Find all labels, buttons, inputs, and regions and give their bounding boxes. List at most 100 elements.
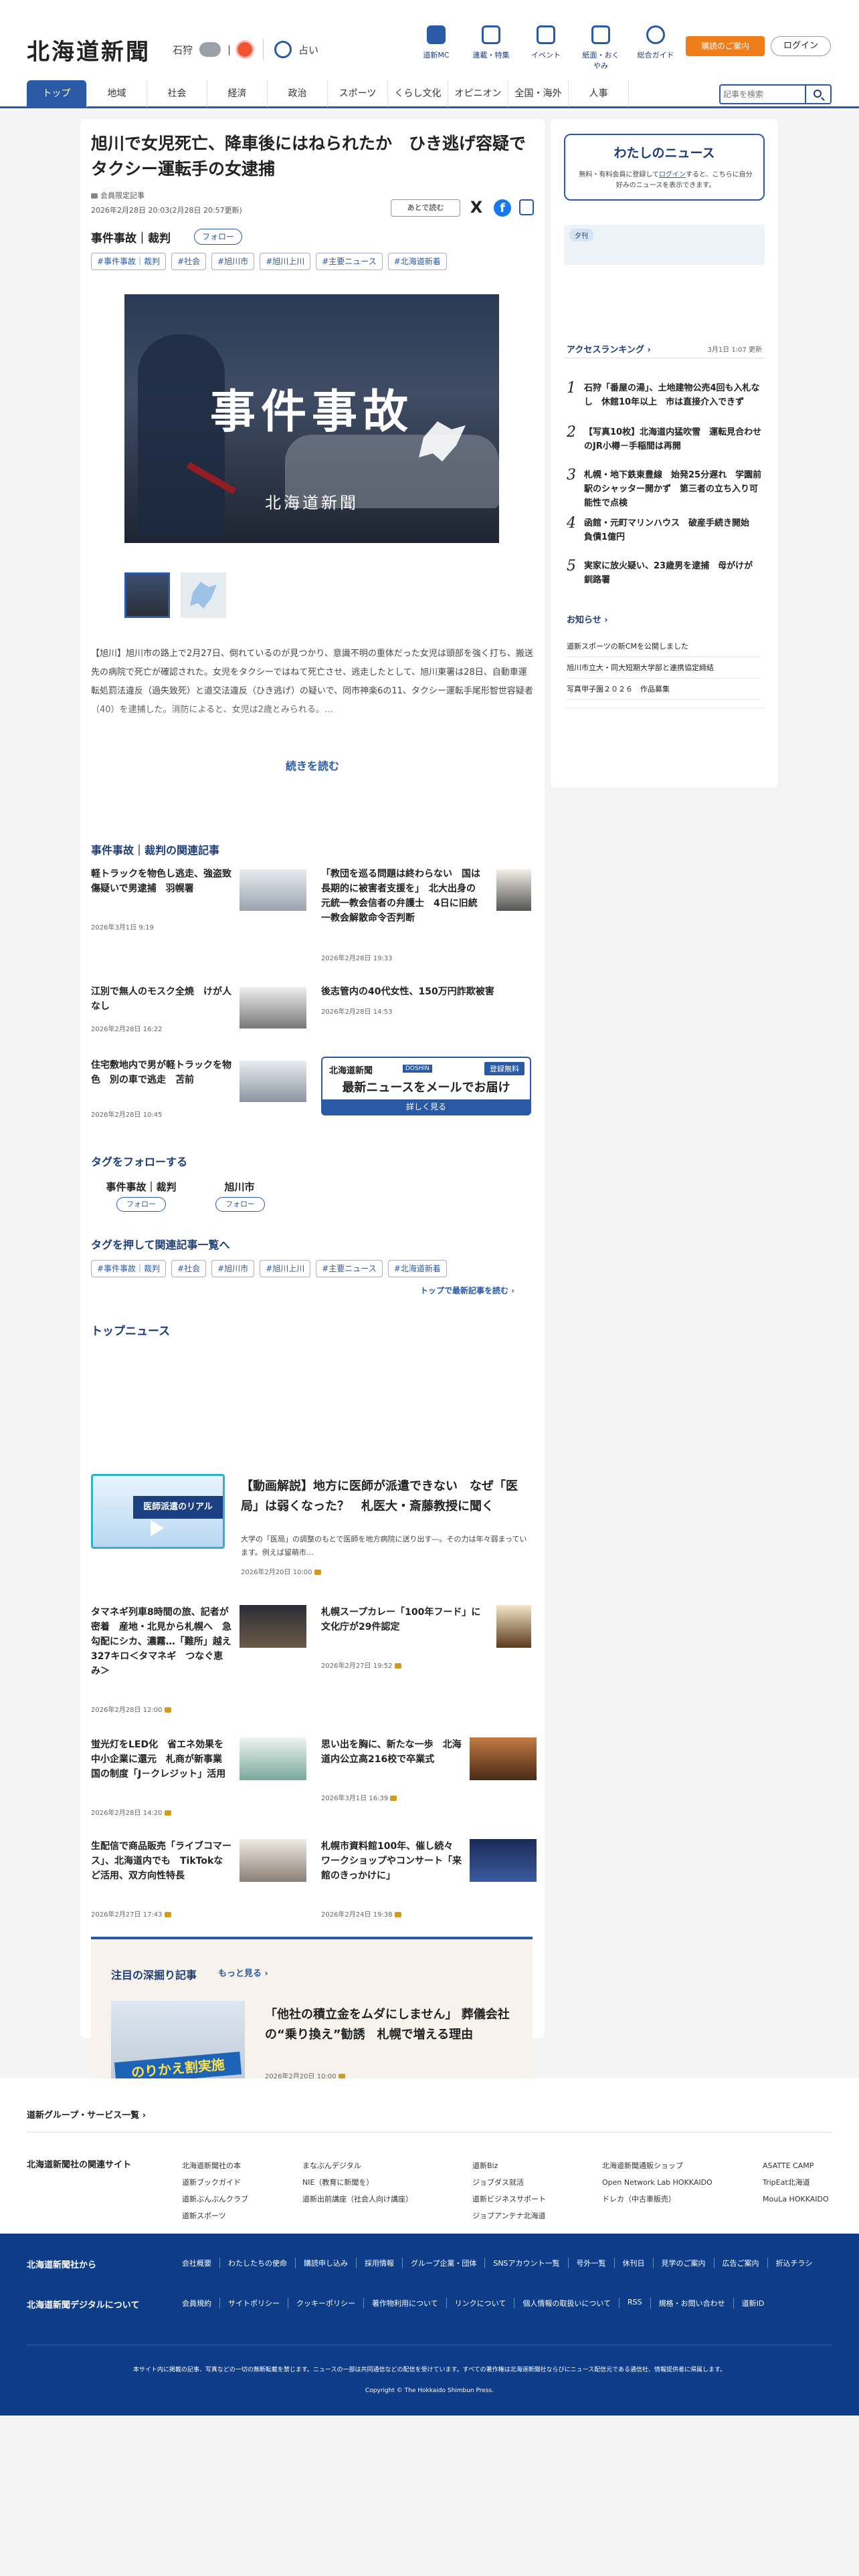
ranking-item[interactable]: 4 函館・元町マリンハウス 破産手続き開始 負債1億円	[564, 515, 765, 555]
footer-link[interactable]: 規格・お問い合わせ	[650, 2298, 733, 2309]
follow-button[interactable]: フォロー	[194, 229, 242, 245]
follow-tag-button[interactable]: フォロー	[116, 1197, 166, 1212]
footer-link[interactable]: 採用情報	[356, 2258, 402, 2268]
footer-link[interactable]: 号外一覧	[567, 2258, 614, 2268]
image-thumbnail[interactable]	[181, 572, 226, 618]
ranking-item[interactable]: 5 実家に放火疑い、23歳男を逮捕 母がけが 釧路署	[564, 558, 765, 598]
info-heading[interactable]: お知らせ ›	[567, 613, 608, 625]
header-nav-events[interactable]: イベント	[524, 25, 567, 71]
footer-link[interactable]: 広告ご案内	[713, 2258, 767, 2268]
read-later-button[interactable]: あとで読む	[391, 199, 460, 217]
tag-chip[interactable]: #社会	[171, 1260, 207, 1277]
footer-link[interactable]: 道新出前講座（社会人向け講座）	[302, 2191, 413, 2208]
tag-chip[interactable]: #旭川上川	[260, 253, 311, 270]
info-item[interactable]: 道新スポーツの新CMを公開しました	[567, 641, 761, 657]
info-item[interactable]: 旭川市立大・同大短期大学部と連携協定締結	[567, 662, 761, 679]
footer-link[interactable]: 休刊日	[613, 2258, 653, 2268]
tag-chip[interactable]: #旭川市	[211, 253, 255, 270]
footer-link[interactable]: MouLa HOKKAIDO	[763, 2191, 829, 2208]
search-button[interactable]	[805, 86, 830, 103]
group-services-heading[interactable]: 道新グループ・サービス一覧 ›	[27, 2108, 146, 2121]
tag-chip[interactable]: #事件事故｜裁判	[91, 1260, 167, 1277]
ranking-item[interactable]: 3 札幌・地下鉄東豊線 始発25分遅れ 学園前駅のシャッター開かず 第三者の立ち入…	[564, 467, 765, 514]
header-nav-mc[interactable]: 道新MC	[415, 25, 458, 71]
read-more-link[interactable]: 続きを読む	[80, 757, 545, 773]
related-article[interactable]: 江別で無人のモスク全焼 けが人なし 2026年2月28日 16:22	[91, 984, 309, 1038]
nav-tab[interactable]: スポーツ	[328, 80, 388, 107]
share-icon[interactable]	[519, 199, 534, 215]
info-item[interactable]: 写真甲子園２０２６ 作品募集	[567, 683, 761, 700]
login-link[interactable]: ログイン	[659, 171, 686, 179]
footer-link[interactable]: わたしたちの使命	[219, 2258, 295, 2268]
news-article[interactable]: 札幌スープカレー「100年フード」に 文化庁が29件認定 2026年2月27日 …	[321, 1605, 539, 1672]
footer-link[interactable]: ドレカ（中古車販売）	[602, 2191, 712, 2208]
tag-chip[interactable]: #社会	[171, 253, 207, 270]
login-button[interactable]: ログイン	[771, 36, 831, 56]
evening-edition-box[interactable]: 夕刊	[564, 225, 765, 265]
footer-link[interactable]: リンクについて	[446, 2298, 514, 2309]
tag-chip[interactable]: #北海道新着	[387, 1260, 447, 1277]
image-thumbnail[interactable]	[124, 572, 170, 618]
footer-link[interactable]: TripEat北海道	[763, 2174, 829, 2191]
tag-chip[interactable]: #旭川市	[211, 1260, 255, 1277]
newsletter-banner[interactable]: 北海道新聞 DOSHIN 登録無料 最新ニュースをメールでお届け 詳しく見る	[321, 1057, 531, 1115]
footer-link[interactable]: 会員規約	[182, 2298, 219, 2309]
nav-tab[interactable]: トップ	[27, 80, 87, 107]
nav-tab[interactable]: 人事	[569, 80, 629, 107]
footer-link[interactable]: RSS	[619, 2298, 650, 2309]
header-nav-guide[interactable]: 総合ガイド	[634, 25, 677, 71]
related-article[interactable]: 「教団を巡る問題は終わらない 国は長期的に被害者支援を」 北大出身の元統一教会信…	[321, 867, 539, 962]
footer-link[interactable]: 道新スポーツ	[182, 2208, 248, 2224]
footer-link[interactable]: まなぶんデジタル	[302, 2157, 413, 2174]
tag-chip[interactable]: #事件事故｜裁判	[91, 253, 167, 270]
footer-link[interactable]: ジョブダス就活	[472, 2174, 546, 2191]
footer-link[interactable]: 道新ID	[733, 2298, 773, 2309]
deep-dive-more-link[interactable]: もっと見る ›	[218, 1966, 268, 1979]
footer-link[interactable]: 個人情報の取扱いについて	[514, 2298, 619, 2309]
nav-tab[interactable]: オピニオン	[448, 80, 508, 107]
ranking-title[interactable]: アクセスランキング ›	[567, 342, 651, 355]
footer-link[interactable]: ASATTE CAMP	[763, 2157, 829, 2174]
ranking-item[interactable]: 1 石狩「番屋の湯」、土地建物公売4回も入札なし 休館10年以上 市は直接介入でき…	[564, 380, 765, 420]
header-nav-series[interactable]: 連載・特集	[470, 25, 512, 71]
x-share-icon[interactable]: X	[468, 198, 484, 217]
nav-tab[interactable]: くらし文化	[388, 80, 448, 107]
nav-tab[interactable]: 全国・海外	[508, 80, 569, 107]
header-nav-paper[interactable]: 紙面・おくやみ	[579, 25, 622, 71]
latest-articles-link[interactable]: トップで最新記事を読む ›	[420, 1285, 514, 1296]
footer-link[interactable]: グループ企業・団体	[402, 2258, 484, 2268]
news-article[interactable]: タマネギ列車8時間の旅、記者が密着 産地・北見から札幌へ 急勾配にシカ、濃霧…「…	[91, 1605, 309, 1719]
related-article[interactable]: 後志管内の40代女性、150万円詐欺被害 2026年2月28日 14:53	[321, 984, 539, 1025]
related-article[interactable]: 軽トラックを物色し逃走、強盗致傷疑いで男逮捕 羽幌署 2026年3月1日 9:1…	[91, 867, 309, 934]
nav-tab[interactable]: 政治	[268, 80, 328, 107]
news-article[interactable]: 生配信で商品販売「ライブコマース」、北海道内でも TikTokなど活用、双方向性…	[91, 1839, 309, 1919]
search-input[interactable]	[723, 88, 801, 101]
feature-article[interactable]: 【動画解説】地方に医師が派遣できない なぜ「医局」は弱くなった？ 札医大・斎藤教…	[241, 1477, 534, 1584]
hero-image[interactable]: 事件事故 北海道新聞	[124, 294, 499, 543]
footer-link[interactable]: 著作物利用について	[363, 2298, 446, 2309]
subscribe-button[interactable]: 購読のご案内	[686, 36, 765, 56]
tag-chip[interactable]: #北海道新着	[387, 253, 447, 270]
footer-link[interactable]: Open Network Lab HOKKAIDO	[602, 2174, 712, 2191]
facebook-share-icon[interactable]: f	[494, 199, 511, 217]
footer-link[interactable]: 道新ぶんぶんクラブ	[182, 2191, 248, 2208]
footer-link[interactable]: 道新ブックガイド	[182, 2174, 248, 2191]
related-article[interactable]: 住宅敷地内で男が軽トラックを物色 別の車で逃走 苫前 2026年2月28日 10…	[91, 1058, 309, 1119]
tag-chip[interactable]: #主要ニュース	[316, 1260, 383, 1277]
deep-dive-title[interactable]: 「他社の積立金をムダにしません」 葬儀会社の“乗り換え”勧誘 札幌で増える理由	[265, 2005, 519, 2045]
nav-tab[interactable]: 経済	[207, 80, 268, 107]
news-article[interactable]: 思い出を胸に、新たな一歩 北海道内公立高216校で卒業式 2026年3月1日 1…	[321, 1737, 539, 1804]
site-logo[interactable]: 北海道新聞	[27, 33, 151, 66]
nav-tab[interactable]: 社会	[147, 80, 207, 107]
footer-link[interactable]: 会社概要	[182, 2258, 219, 2268]
footer-link[interactable]: 見学のご案内	[652, 2258, 714, 2268]
footer-link[interactable]: ジョブアンテナ北海道	[472, 2208, 546, 2224]
footer-link[interactable]: NIE（教育に新聞を）	[302, 2174, 413, 2191]
footer-link[interactable]: 北海道新聞社の本	[182, 2157, 248, 2174]
footer-link[interactable]: 道新Biz	[472, 2157, 546, 2174]
weather-widget[interactable]: 石狩 | 占い	[173, 39, 318, 60]
footer-link[interactable]: 北海道新聞通販ショップ	[602, 2157, 712, 2174]
ranking-item[interactable]: 2 【写真10枚】北海道内猛吹雪 運転見合わせのJR小樽－手稲間は再開	[564, 424, 765, 464]
footer-link[interactable]: 道新ビジネスサポート	[472, 2191, 546, 2208]
footer-link[interactable]: 購読申し込み	[295, 2258, 356, 2268]
